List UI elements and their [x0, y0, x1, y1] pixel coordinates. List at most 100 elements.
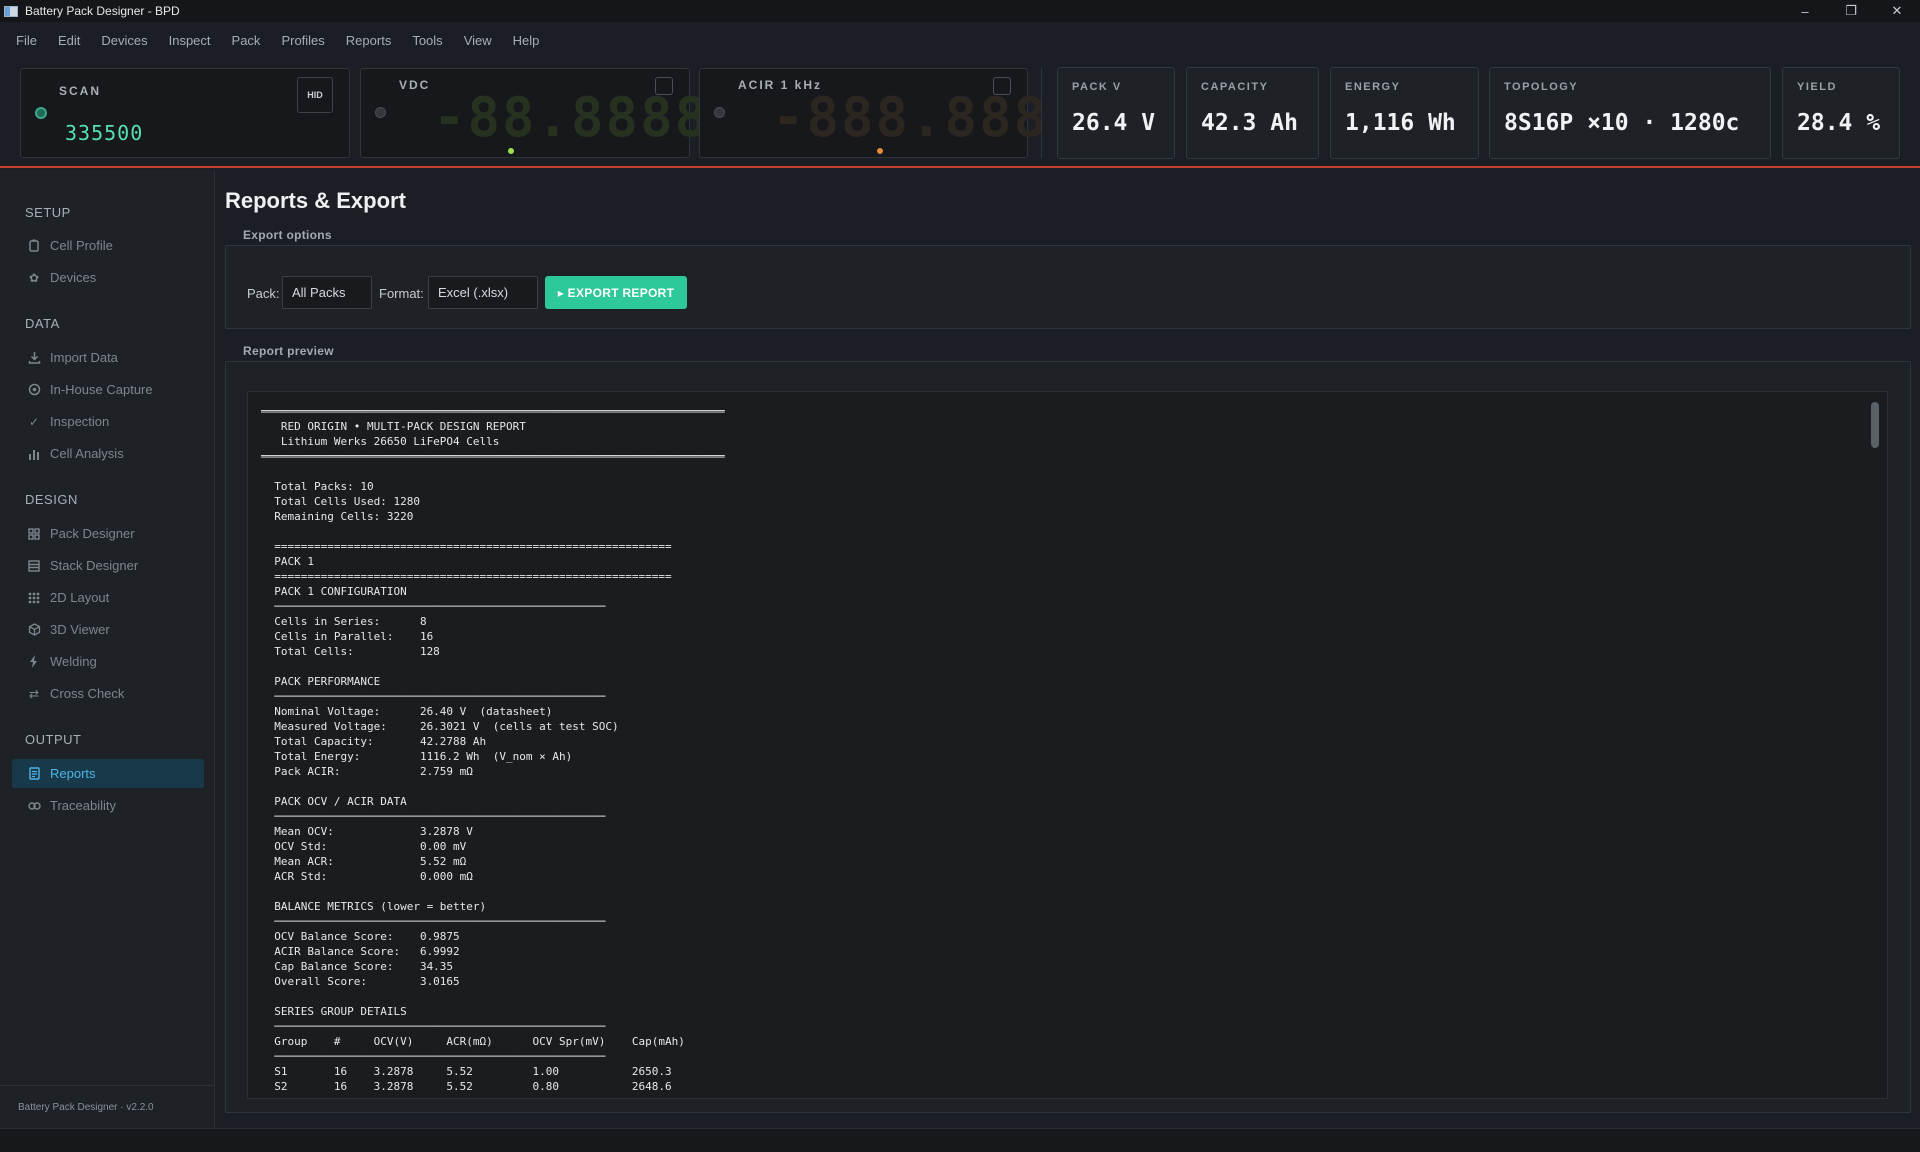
menu-view[interactable]: View — [464, 33, 492, 48]
sidebar-item-cross-check[interactable]: ⇄ Cross Check — [12, 679, 204, 708]
acir-panel: ACIR 1 kHz -888.888 — [699, 68, 1046, 158]
report-text: ════════════════════════════════════════… — [261, 405, 725, 1093]
stat-label: TOPOLOGY — [1504, 81, 1579, 93]
export-options-label: Export options — [243, 228, 332, 242]
vdc-label: VDC — [399, 78, 431, 92]
window-controls: – ❐ ✕ — [1782, 0, 1920, 22]
scan-panel: SCAN 335500 HID — [20, 68, 350, 158]
menu-bar: File Edit Devices Inspect Pack Profiles … — [0, 26, 560, 54]
hid-button[interactable]: HID — [297, 77, 333, 113]
stat-label: ENERGY — [1345, 81, 1401, 93]
vdc-panel: VDC -88.8888 — [360, 68, 707, 158]
sidebar-item-label: Cross Check — [50, 686, 125, 701]
swap-icon: ⇄ — [28, 686, 40, 701]
sidebar-item-inspection[interactable]: ✓ Inspection — [12, 407, 204, 436]
menu-pack[interactable]: Pack — [232, 33, 261, 48]
format-select[interactable]: Excel (.xlsx) — [428, 276, 538, 309]
acir-indicator-dot — [877, 148, 883, 154]
sidebar-item-label: 3D Viewer — [50, 622, 110, 637]
sidebar-item-devices[interactable]: ✿ Devices — [12, 263, 204, 292]
status-bar — [0, 1128, 1920, 1152]
sidebar-item-reports[interactable]: Reports — [12, 759, 204, 788]
minimize-button[interactable]: – — [1782, 0, 1828, 22]
close-button[interactable]: ✕ — [1874, 0, 1920, 22]
bar-chart-icon — [27, 447, 41, 461]
sidebar-item-cell-profile[interactable]: Cell Profile — [12, 231, 204, 260]
section-data: DATA — [25, 316, 60, 331]
stack-icon — [27, 559, 41, 573]
sidebar-item-label: Cell Profile — [50, 238, 113, 253]
report-preview-label: Report preview — [243, 344, 334, 358]
sidebar-item-2d-layout[interactable]: 2D Layout — [12, 583, 204, 612]
sidebar-item-import-data[interactable]: Import Data — [12, 343, 204, 372]
acir-status-led — [714, 107, 725, 118]
bolt-icon — [27, 655, 41, 669]
sidebar-item-label: Import Data — [50, 350, 118, 365]
section-output: OUTPUT — [25, 732, 82, 747]
section-setup: SETUP — [25, 205, 71, 220]
sidebar-item-in-house-capture[interactable]: In-House Capture — [12, 375, 204, 404]
sidebar-item-traceability[interactable]: Traceability — [12, 791, 204, 820]
pack-label: Pack: — [247, 286, 280, 301]
window-title: Battery Pack Designer - BPD — [25, 4, 180, 18]
acir-display: -888.888 — [772, 86, 1049, 149]
battery-icon — [27, 239, 41, 253]
menu-reports[interactable]: Reports — [346, 33, 392, 48]
strip-divider — [1041, 68, 1042, 158]
gear-icon: ✿ — [28, 270, 40, 285]
sidebar-item-label: Welding — [50, 654, 97, 669]
cube-icon — [27, 623, 41, 637]
report-preview[interactable]: ════════════════════════════════════════… — [247, 391, 1888, 1099]
stat-topology: TOPOLOGY 8S16P ×10 · 1280c — [1489, 67, 1771, 159]
sidebar-item-pack-designer[interactable]: Pack Designer — [12, 519, 204, 548]
sidebar-item-label: Traceability — [50, 798, 116, 813]
sidebar-item-label: In-House Capture — [50, 382, 153, 397]
sidebar: SETUP Cell Profile ✿ Devices DATA Import… — [0, 170, 215, 1128]
stat-value: 8S16P ×10 · 1280c — [1504, 110, 1740, 136]
stat-yield: YIELD 28.4 % — [1782, 67, 1900, 159]
scan-status-led — [35, 107, 47, 119]
menu-help[interactable]: Help — [513, 33, 540, 48]
stat-value: 1,116 Wh — [1345, 110, 1456, 136]
stat-energy: ENERGY 1,116 Wh — [1330, 67, 1479, 159]
scan-label: SCAN — [59, 84, 102, 98]
vdc-display: -88.8888 — [433, 86, 710, 149]
preview-scrollbar[interactable] — [1871, 402, 1879, 448]
check-icon: ✓ — [28, 414, 40, 429]
pack-select[interactable]: All Packs — [282, 276, 372, 309]
stat-value: 26.4 V — [1072, 110, 1156, 136]
maximize-button[interactable]: ❐ — [1828, 0, 1874, 22]
section-design: DESIGN — [25, 492, 78, 507]
vdc-status-led — [375, 107, 386, 118]
sidebar-item-stack-designer[interactable]: Stack Designer — [12, 551, 204, 580]
menu-edit[interactable]: Edit — [58, 33, 80, 48]
instrument-strip: SCAN 335500 HID VDC -88.8888 ACIR 1 kHz … — [0, 58, 1920, 168]
scan-value: 335500 — [65, 121, 144, 145]
stat-label: PACK V — [1072, 81, 1122, 93]
menu-tools[interactable]: Tools — [412, 33, 442, 48]
target-icon — [27, 383, 41, 397]
page-title: Reports & Export — [225, 188, 406, 213]
sidebar-item-3d-viewer[interactable]: 3D Viewer — [12, 615, 204, 644]
sidebar-item-cell-analysis[interactable]: Cell Analysis — [12, 439, 204, 468]
menu-inspect[interactable]: Inspect — [169, 33, 211, 48]
sidebar-item-label: Cell Analysis — [50, 446, 124, 461]
stat-label: YIELD — [1797, 81, 1837, 93]
link-icon — [27, 799, 41, 813]
document-icon — [27, 767, 41, 781]
sidebar-item-welding[interactable]: Welding — [12, 647, 204, 676]
menu-file[interactable]: File — [16, 33, 37, 48]
menu-profiles[interactable]: Profiles — [281, 33, 324, 48]
vdc-indicator-dot — [508, 148, 514, 154]
stat-value: 28.4 % — [1797, 110, 1881, 136]
export-report-button[interactable]: ▸ EXPORT REPORT — [545, 276, 687, 309]
menu-devices[interactable]: Devices — [101, 33, 147, 48]
stat-value: 42.3 Ah — [1201, 110, 1298, 136]
sidebar-item-label: Pack Designer — [50, 526, 135, 541]
sidebar-item-label: 2D Layout — [50, 590, 110, 605]
sidebar-item-label: Devices — [50, 270, 97, 285]
sidebar-item-label: Reports — [50, 766, 96, 781]
stat-pack-v: PACK V 26.4 V — [1057, 67, 1175, 159]
sidebar-item-label: Inspection — [50, 414, 110, 429]
sidebar-item-label: Stack Designer — [50, 558, 139, 573]
